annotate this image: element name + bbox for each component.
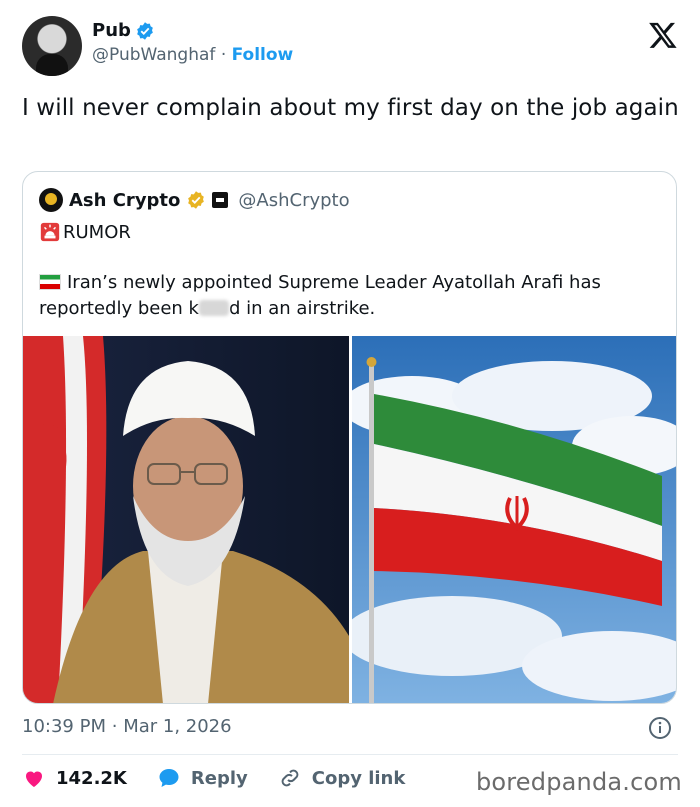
quoted-body: Iran’s newly appointed Supreme Leader Ay… [39, 270, 659, 322]
iran-flag-icon [39, 274, 61, 290]
quoted-avatar[interactable] [39, 188, 63, 212]
quoted-tweet-card[interactable]: Ash Crypto @AshCrypto RUMOR Iran’s newly… [22, 171, 677, 704]
reply-button[interactable]: Reply [157, 766, 248, 790]
reply-label: Reply [190, 767, 248, 789]
copy-link-button[interactable]: Copy link [278, 766, 406, 790]
verified-badge-icon [137, 21, 153, 40]
tweet-timestamp[interactable]: 10:39 PM · Mar 1, 2026 [22, 716, 232, 737]
handle-separator: · [220, 45, 227, 65]
heart-icon [26, 771, 42, 787]
affiliate-badge-icon [212, 192, 229, 208]
reply-icon [159, 769, 179, 787]
quoted-handle[interactable]: @AshCrypto [238, 190, 349, 211]
info-icon[interactable] [648, 716, 672, 740]
tweet-time[interactable]: 10:39 PM [22, 716, 106, 737]
like-count: 142.2K [56, 767, 127, 789]
tweet-date[interactable]: Mar 1, 2026 [123, 716, 231, 737]
author-names: Pub @PubWanghaf · Follow [92, 20, 293, 65]
quoted-rumor-line: RUMOR [39, 221, 131, 243]
follow-button[interactable]: Follow [232, 45, 294, 65]
author-display-name[interactable]: Pub [92, 20, 155, 41]
censor-blur [198, 300, 229, 316]
actions-divider [22, 754, 678, 755]
gold-verified-icon [188, 191, 205, 209]
copy-link-label: Copy link [311, 767, 406, 789]
tweet-text: I will never complain about my first day… [22, 95, 679, 121]
iran-flag-image[interactable] [352, 336, 676, 703]
quoted-header: Ash Crypto @AshCrypto [39, 188, 350, 212]
tweet-header: Pub @PubWanghaf · Follow [22, 16, 682, 78]
author-handle[interactable]: @PubWanghaf [92, 45, 215, 65]
like-button[interactable]: 142.2K [22, 766, 127, 790]
siren-icon [40, 222, 60, 242]
author-display-name-text[interactable]: Pub [92, 20, 131, 41]
cleric-portrait-svg [23, 336, 349, 703]
link-icon [281, 769, 299, 787]
author-handle-row: @PubWanghaf · Follow [92, 45, 293, 65]
action-bar: 142.2K Reply Copy link [22, 766, 405, 790]
timestamp-separator: · [111, 716, 118, 737]
iran-flag-photo-svg [352, 336, 676, 703]
x-logo-icon[interactable] [648, 20, 678, 50]
quoted-body-after: d in an airstrike. [228, 298, 376, 319]
quoted-rumor-text: RUMOR [63, 221, 131, 243]
cleric-portrait-image[interactable] [23, 336, 349, 703]
quoted-display-name[interactable]: Ash Crypto [69, 190, 180, 211]
boredpanda-watermark: boredpanda.com [475, 768, 682, 796]
author-avatar[interactable] [22, 16, 82, 76]
